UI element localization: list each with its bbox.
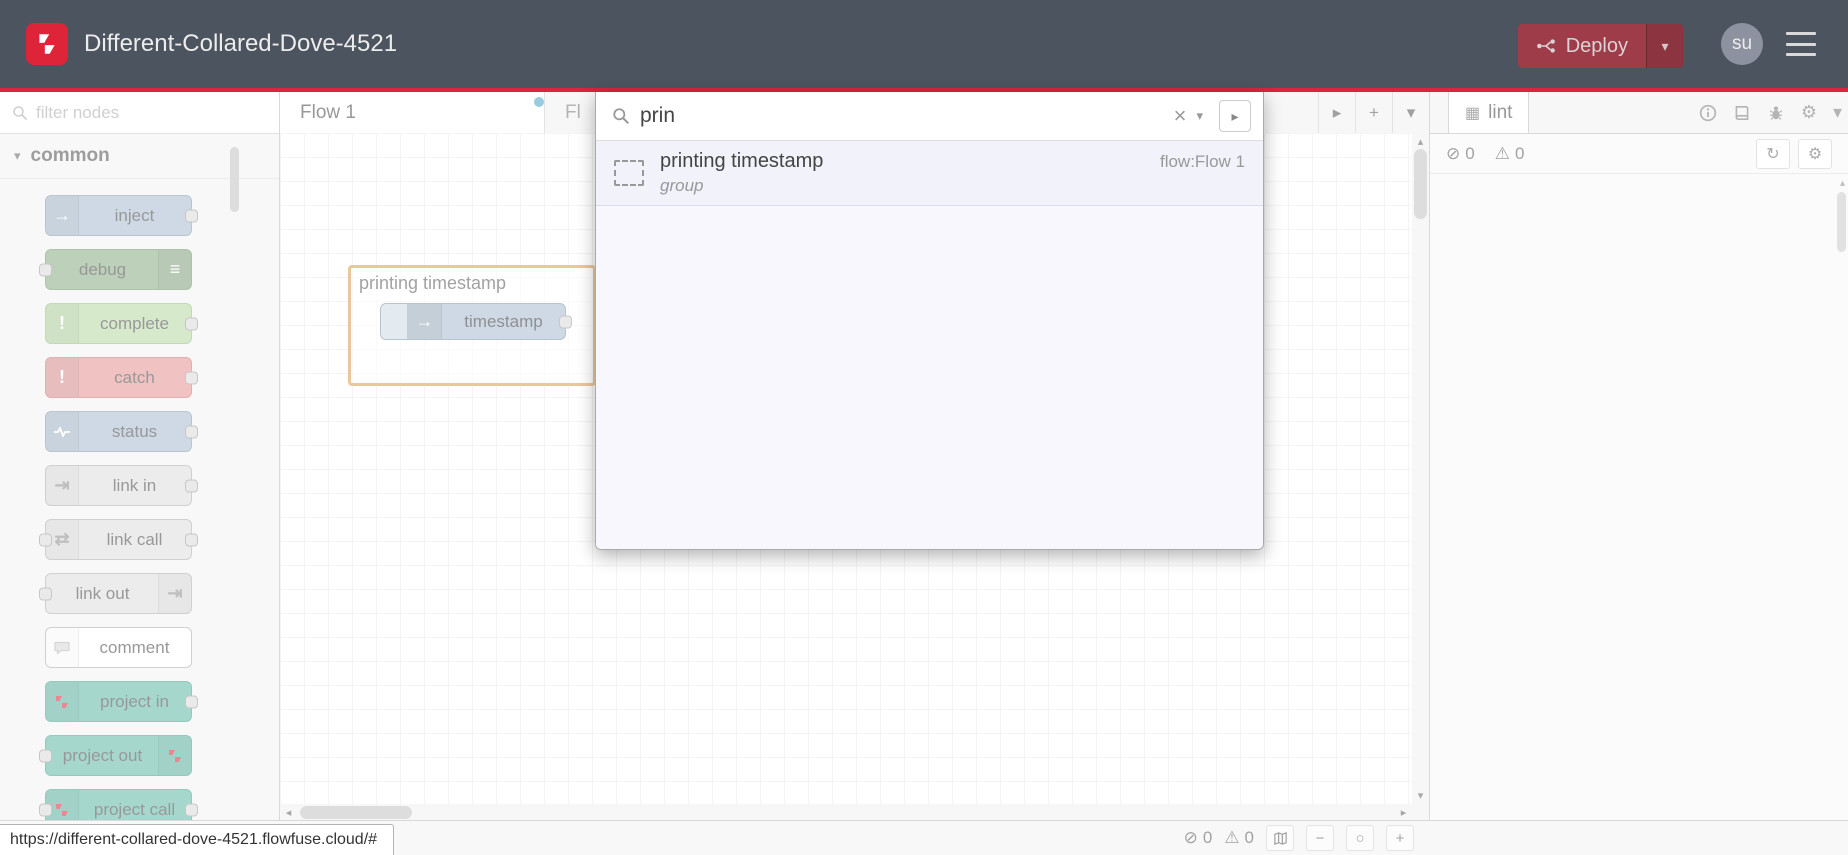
instance-title: Different-Collared-Dove-4521 <box>84 30 398 57</box>
deploy-label: Deploy <box>1565 34 1628 57</box>
search-dialog: prin × ▾ ▸ printing timestamp group flow… <box>595 92 1264 550</box>
flowfuse-logo <box>26 23 68 65</box>
user-avatar[interactable]: su <box>1721 23 1763 65</box>
result-flow-label: flow:Flow 1 <box>1159 152 1245 171</box>
search-results-list: printing timestamp group flow:Flow 1 <box>596 141 1263 549</box>
menu-bar <box>1786 53 1816 56</box>
result-type: group <box>660 176 704 195</box>
search-options-button[interactable]: ▸ <box>1219 100 1251 132</box>
result-title: printing timestamp <box>660 150 824 172</box>
header: Different-Collared-Dove-4521 Deploy ▾ su <box>0 0 1848 88</box>
search-icon <box>612 107 630 125</box>
group-icon <box>614 160 644 186</box>
search-history-chevron-icon[interactable]: ▾ <box>1192 108 1207 124</box>
main-menu-button[interactable] <box>1786 32 1816 56</box>
menu-bar <box>1786 32 1816 35</box>
deploy-button[interactable]: Deploy ▾ <box>1517 24 1683 68</box>
menu-bar <box>1786 42 1816 46</box>
deploy-options-button[interactable]: ▾ <box>1646 24 1683 68</box>
search-result-item[interactable]: printing timestamp group flow:Flow 1 <box>596 141 1263 206</box>
flowfuse-logo-mark <box>39 34 55 54</box>
deploy-icon <box>1536 38 1556 54</box>
browser-status-url: https://different-collared-dove-4521.flo… <box>0 824 395 855</box>
search-input-row: prin × ▾ ▸ <box>596 92 1263 141</box>
chevron-down-icon: ▾ <box>1661 37 1669 54</box>
node-red-editor: Different-Collared-Dove-4521 Deploy ▾ su <box>0 0 1848 855</box>
search-input[interactable]: prin <box>640 104 1168 128</box>
clear-search-icon[interactable]: × <box>1168 103 1193 129</box>
